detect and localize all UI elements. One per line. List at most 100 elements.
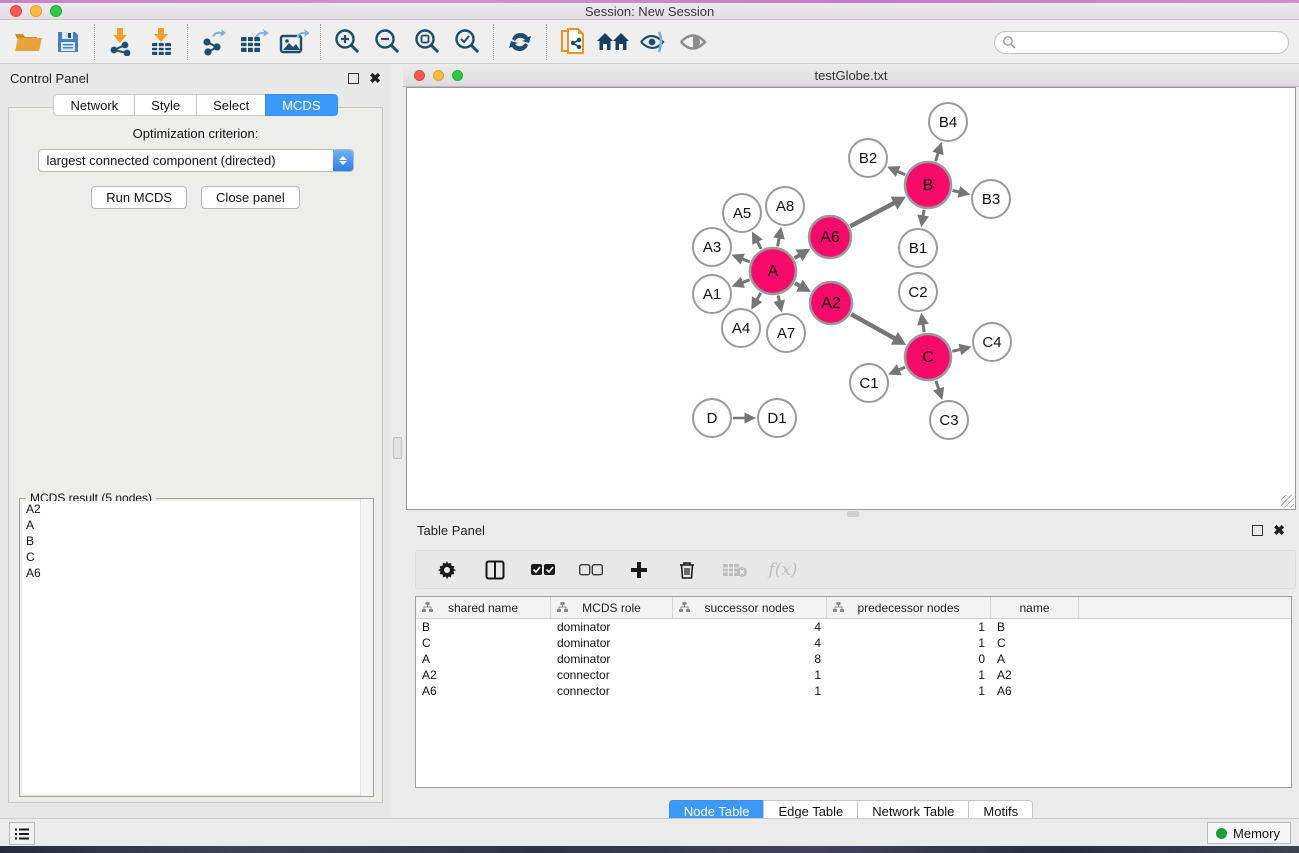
resize-grip-icon[interactable] [1281,495,1294,508]
criterion-select[interactable]: largest connected component (directed) [38,149,354,172]
vertical-splitter-handle[interactable] [393,437,402,459]
mcds-result-item[interactable]: A6 [22,565,371,581]
clone-network-button[interactable] [553,23,593,61]
table-row[interactable]: Bdominator41B [416,619,1291,635]
mcds-result-item[interactable]: B [22,533,371,549]
table-row[interactable]: Cdominator41C [416,635,1291,651]
mcds-result-item[interactable]: A [22,517,371,533]
table-settings-button[interactable] [434,557,460,583]
table-cell[interactable]: B [416,620,551,634]
mcds-result-item[interactable]: A2 [22,501,371,517]
table-cell[interactable]: B [991,620,1079,634]
float-table-panel-icon[interactable] [1252,525,1263,536]
mcds-result-item[interactable]: C [22,549,371,565]
tab-style[interactable]: Style [134,94,196,116]
hide-graphics-button[interactable] [633,23,673,61]
select-stepper-icon [333,150,353,171]
column-header-successor-nodes[interactable]: successor nodes [673,597,827,618]
run-mcds-button[interactable]: Run MCDS [91,186,187,209]
table-cell[interactable]: 4 [673,620,827,634]
memory-label: Memory [1233,826,1280,841]
export-table-button[interactable] [234,23,274,61]
zoom-selected-button[interactable] [447,23,487,61]
zoom-out-button[interactable] [367,23,407,61]
close-table-panel-icon[interactable]: ✖ [1273,525,1285,536]
table-cell[interactable]: dominator [551,620,673,634]
node-table[interactable]: shared name MCDS role successor nodes pr… [415,596,1292,788]
import-network-button[interactable] [101,23,141,61]
table-cell[interactable]: A2 [416,668,551,682]
table-cell[interactable]: 1 [827,684,991,698]
mcds-result-list[interactable]: A2ABCA6 [22,501,371,794]
zoom-in-button[interactable] [327,23,367,61]
create-column-button[interactable] [626,557,652,583]
node-label-C2: C2 [908,284,927,301]
open-session-button[interactable] [8,23,48,61]
edge-A2-C[interactable] [851,314,896,339]
table-cell[interactable]: C [416,636,551,650]
table-cell[interactable]: dominator [551,636,673,650]
node-label-C1: C1 [859,375,878,392]
float-panel-icon[interactable] [348,73,359,84]
column-header-mcds-role[interactable]: MCDS role [551,597,673,618]
table-cell[interactable]: 1 [673,684,827,698]
table-toolbar: f(x) [415,550,1296,589]
column-header-name[interactable]: name [991,597,1079,618]
table-cell[interactable]: connector [551,684,673,698]
horizontal-splitter[interactable] [403,510,1299,517]
table-cell[interactable]: connector [551,668,673,682]
table-row[interactable]: A2connector11A2 [416,667,1291,683]
table-cell[interactable]: 1 [673,668,827,682]
table-cell[interactable]: A6 [416,684,551,698]
export-image-button[interactable] [274,23,314,61]
column-header-shared-name[interactable]: shared name [416,597,551,618]
home-button[interactable] [593,23,633,61]
table-cell[interactable]: 1 [827,668,991,682]
export-network-button[interactable] [194,23,234,61]
table-cell[interactable]: 8 [673,652,827,666]
close-panel-icon[interactable]: ✖ [369,73,381,84]
table-cell[interactable]: 1 [827,636,991,650]
import-table-button[interactable] [141,23,181,61]
node-label-B1: B1 [909,240,927,257]
save-session-button[interactable] [48,23,88,61]
table-row[interactable]: A6connector11A6 [416,683,1291,699]
table-cell[interactable]: 1 [827,620,991,634]
result-scrollbar[interactable] [360,499,373,796]
plus-icon [629,560,649,580]
table-cell[interactable]: 0 [827,652,991,666]
node-label-A3: A3 [703,239,721,256]
refresh-layout-button[interactable] [500,23,540,61]
zoom-fit-button[interactable] [407,23,447,61]
list-icon [15,828,29,840]
show-graphics-button[interactable] [673,23,713,61]
memory-button[interactable]: Memory [1207,822,1291,844]
edge-A6-B[interactable] [850,202,895,226]
export-image-icon [279,28,309,56]
mcds-result-group: MCDS result (5 nodes) A2ABCA6 [19,498,374,797]
table-cell[interactable]: 4 [673,636,827,650]
table-cell[interactable]: A6 [991,684,1079,698]
table-cell[interactable]: dominator [551,652,673,666]
table-cell[interactable]: C [991,636,1079,650]
trash-icon [678,560,696,580]
select-all-button[interactable] [530,557,556,583]
column-header-predecessor-nodes[interactable]: predecessor nodes [827,597,991,618]
close-panel-button[interactable]: Close panel [201,186,300,209]
network-canvas[interactable]: B4B2BB3A5A8A6A3B1AA1C2A2A4A7CC4C1C3DD1 [406,87,1296,510]
tab-select[interactable]: Select [196,94,265,116]
tab-network[interactable]: Network [53,94,134,116]
network-view-window: testGlobe.txt B4B2BB3A5A8A6A3B1AA1C2A2A4… [403,64,1299,510]
table-cell[interactable]: A2 [991,668,1079,682]
search-input[interactable] [1017,32,1288,53]
tab-mcds[interactable]: MCDS [265,94,337,116]
mcds-tab-content: Optimization criterion: largest connecte… [8,107,383,803]
table-cell[interactable]: A [416,652,551,666]
table-row[interactable]: Adominator80A [416,651,1291,667]
deselect-all-button[interactable] [578,557,604,583]
delete-column-button[interactable] [674,557,700,583]
task-history-button[interactable] [9,822,35,845]
memory-status-icon [1216,828,1227,839]
table-cell[interactable]: A [991,652,1079,666]
toggle-columns-button[interactable] [482,557,508,583]
